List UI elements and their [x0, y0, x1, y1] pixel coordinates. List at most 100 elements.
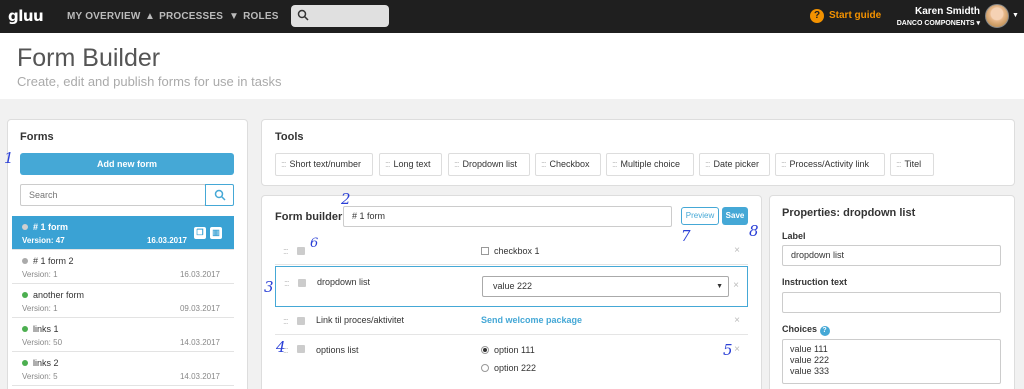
save-button[interactable]: Save [722, 207, 748, 225]
form-name: # 1 form [22, 222, 68, 232]
form-version: Version: 1 [22, 270, 58, 279]
tools-title: Tools [275, 131, 304, 143]
builder-row-link[interactable]: ::: Link til proces/aktivitet Send welco… [275, 308, 748, 335]
close-icon[interactable]: × [734, 315, 740, 326]
page-title: Form Builder [17, 44, 161, 72]
tool-process-activity-link[interactable]: ::: Process/Activity link [775, 153, 885, 176]
link-field-label: Link til proces/aktivitet [316, 315, 405, 325]
copy-icon[interactable] [297, 317, 305, 325]
tool-checkbox[interactable]: ::: Checkbox [535, 153, 601, 176]
top-nav: gluu MY OVERVIEW ▲ PROCESSES ▼ ROLES ? Star… [0, 0, 1024, 33]
tool-multiple-choice[interactable]: ::: Multiple choice [606, 153, 694, 176]
nav-my-overview[interactable]: MY OVERVIEW [67, 11, 141, 22]
form-date: 09.03.2017 [179, 304, 220, 313]
tool-long-text[interactable]: ::: Long text [379, 153, 442, 176]
radio-option-label: option 111 [494, 345, 535, 355]
search-icon [297, 9, 309, 21]
copy-icon[interactable]: ❐ [194, 227, 206, 239]
nav-processes[interactable]: ▲ PROCESSES [145, 11, 223, 22]
nav-roles-label: ROLES [243, 11, 279, 22]
options-field-label: options list [316, 345, 359, 355]
form-list-item[interactable]: another form Version: 1 09.03.2017 [12, 284, 234, 318]
close-icon[interactable]: × [734, 245, 740, 256]
avatar[interactable] [985, 4, 1009, 28]
close-icon[interactable]: × [733, 280, 739, 291]
copy-icon[interactable] [297, 345, 305, 353]
drag-handle-icon: ::: [385, 159, 390, 169]
form-version: Version: 5 [22, 372, 58, 381]
trash-icon[interactable]: ▥ [210, 227, 222, 239]
drag-handle-icon[interactable]: ::: [283, 246, 288, 256]
close-icon[interactable]: × [734, 344, 740, 355]
help-icon[interactable]: ? [819, 326, 830, 336]
drag-handle-icon[interactable]: ::: [284, 278, 289, 288]
checkbox-option-label: checkbox 1 [494, 246, 540, 256]
builder-row-checkbox[interactable]: ::: checkbox 1 × [275, 237, 748, 265]
builder-row-dropdown[interactable]: ::: dropdown list value 222 ▼ × [275, 266, 748, 307]
drag-handle-icon: ::: [612, 159, 617, 169]
form-list-item[interactable]: links 1 Version: 50 14.03.2017 [12, 318, 234, 352]
drag-handle-icon[interactable]: ::: [283, 316, 288, 326]
nav-roles[interactable]: ▼ ROLES [229, 11, 279, 22]
chevron-down-icon: ▼ [716, 283, 723, 290]
annotation-marker: 5 [723, 341, 733, 359]
radio-option-label: option 222 [494, 363, 537, 373]
dropdown-field-label: dropdown list [317, 277, 371, 287]
start-guide-label: Start guide [829, 10, 882, 21]
dropdown-select[interactable]: value 222 ▼ [482, 276, 729, 297]
form-list-item[interactable]: # 1 form 2 Version: 1 16.03.2017 [12, 250, 234, 284]
checkbox-input[interactable] [481, 247, 489, 255]
process-link[interactable]: Send welcome package [481, 315, 582, 325]
form-date: 16.03.2017 [146, 236, 187, 245]
search-icon [214, 189, 226, 201]
instruction-caption: Instruction text [782, 277, 848, 287]
copy-icon[interactable] [297, 247, 305, 255]
tool-dropdown-list[interactable]: ::: Dropdown list [448, 153, 530, 176]
annotation-marker: 8 [749, 222, 759, 240]
status-dot [22, 325, 28, 332]
status-dot [22, 223, 28, 230]
copy-icon[interactable] [298, 279, 306, 287]
preview-button[interactable]: Preview [681, 207, 719, 225]
instruction-input[interactable] [782, 292, 1001, 313]
choice-line: value 222 [790, 355, 830, 365]
start-guide-link[interactable]: ? Start guide [810, 9, 881, 23]
forms-search-button[interactable] [205, 184, 234, 206]
form-name: links 2 [22, 358, 59, 368]
app-logo[interactable]: gluu [8, 7, 44, 25]
status-dot [22, 257, 28, 264]
chevron-down-icon[interactable]: ▼ [1012, 12, 1019, 19]
global-search-input[interactable] [291, 5, 389, 27]
radio-option-1[interactable] [481, 346, 489, 354]
annotation-marker: 7 [681, 227, 691, 245]
status-dot [22, 359, 28, 366]
choices-textarea[interactable]: value 111 value 222 value 333 [782, 339, 1001, 384]
add-new-form-button[interactable]: Add new form [20, 153, 234, 175]
label-input[interactable]: dropdown list [782, 245, 1001, 266]
drag-handle-icon: ::: [896, 159, 901, 169]
tool-date-picker[interactable]: ::: Date picker [699, 153, 770, 176]
form-list-item[interactable]: links 2 Version: 5 14.03.2017 [12, 352, 234, 386]
choices-caption: Choices ? [782, 324, 830, 336]
form-name: links 1 [22, 324, 59, 334]
tool-short-text[interactable]: ::: Short text/number [275, 153, 373, 176]
status-dot [22, 291, 28, 298]
nav-processes-label: PROCESSES [159, 11, 224, 22]
form-list-item[interactable]: # 1 form Version: 47 16.03.2017 ❐ ▥ [12, 216, 234, 250]
drag-handle-icon: ::: [281, 159, 286, 169]
form-version: Version: 50 [22, 338, 63, 347]
shirt-icon: ▼ [229, 11, 240, 22]
form-date: 16.03.2017 [179, 270, 220, 279]
processes-icon: ▲ [145, 11, 156, 22]
choice-line: value 111 [790, 344, 828, 354]
drag-handle-icon: ::: [781, 159, 786, 169]
annotation-marker: 1 [4, 149, 14, 167]
radio-option-2[interactable] [481, 364, 489, 372]
tool-titel[interactable]: ::: Titel [890, 153, 934, 176]
dropdown-selected-value: value 222 [493, 281, 533, 291]
builder-row-options[interactable]: ::: options list option 111 option 222 × [275, 336, 748, 386]
user-name: Karen Smidth [914, 6, 980, 17]
forms-search-input[interactable] [20, 184, 206, 206]
form-name-input[interactable]: # 1 form [343, 206, 672, 227]
user-menu[interactable]: Karen Smidth DANCO COMPONENTS ▾ [897, 6, 980, 27]
